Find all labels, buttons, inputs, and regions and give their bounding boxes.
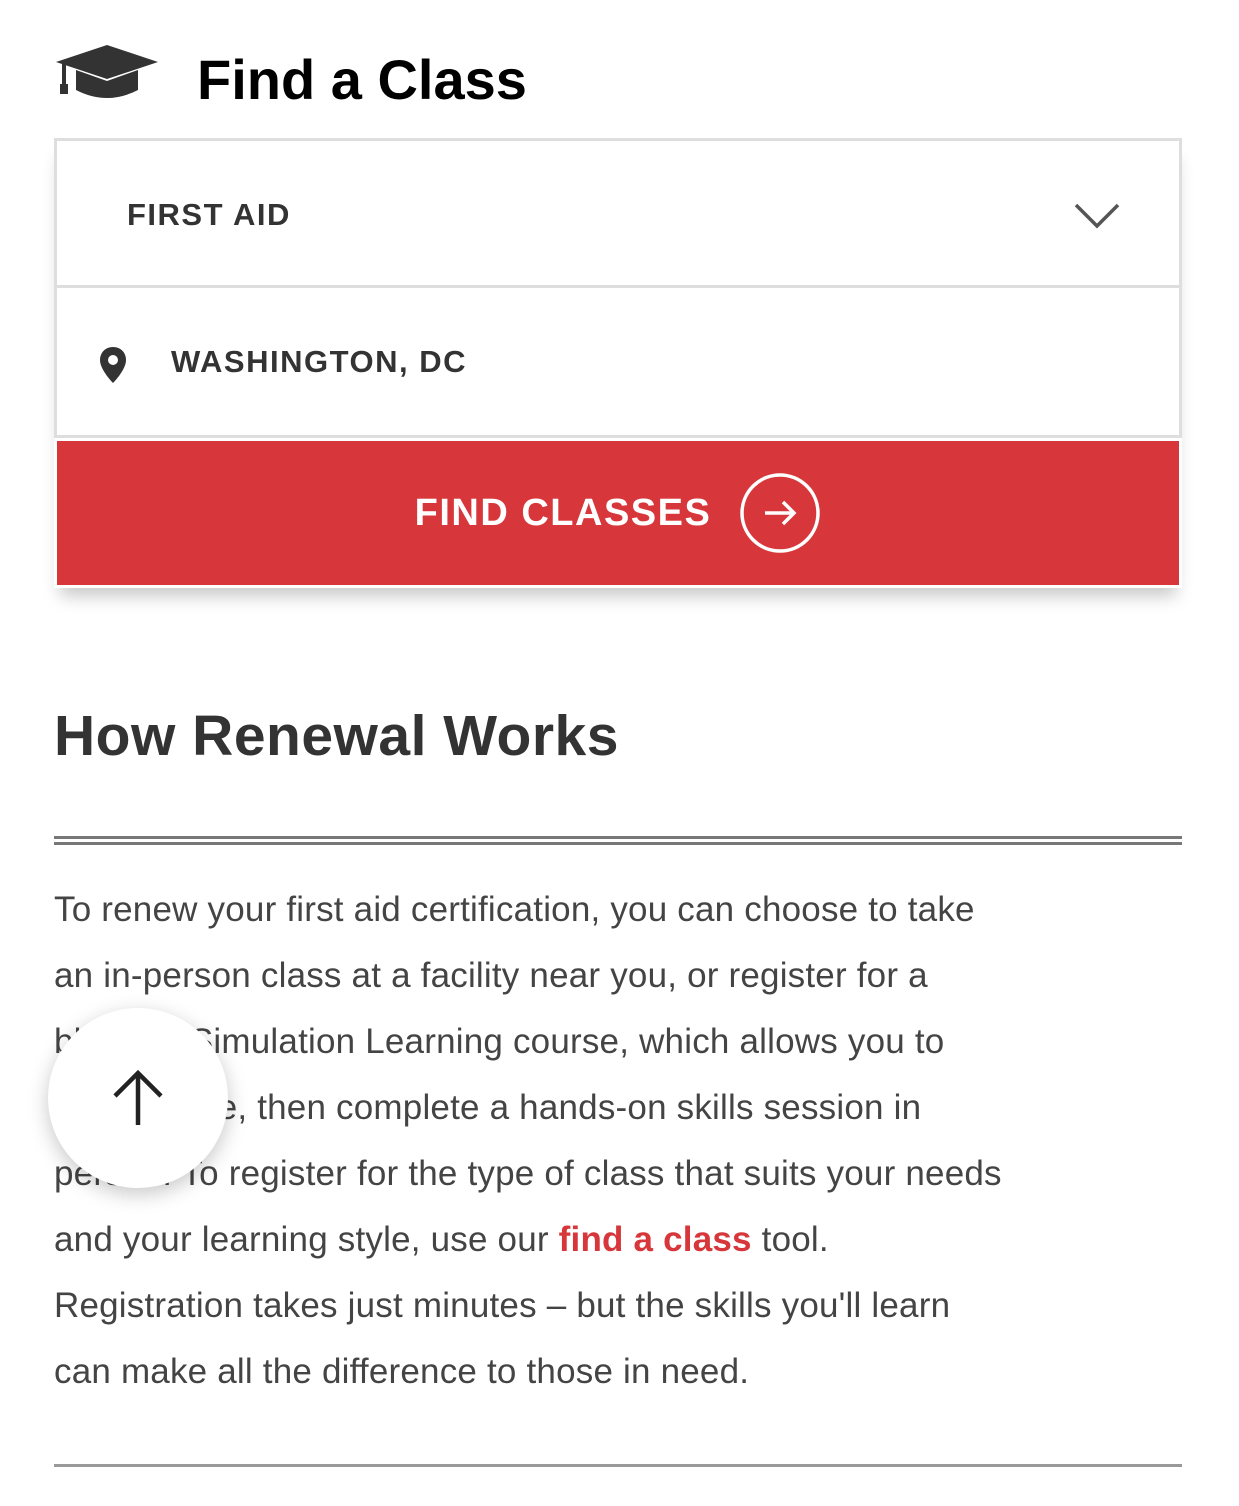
divider xyxy=(54,836,1182,839)
find-classes-button[interactable]: FIND CLASSES xyxy=(57,441,1179,585)
page-title: Find a Class xyxy=(197,48,527,111)
find-classes-label: FIND CLASSES xyxy=(414,491,712,534)
paragraph-line: To renew your first aid certification, y… xyxy=(54,890,975,929)
paragraph-line: can make all the difference to those in … xyxy=(54,1352,750,1391)
find-a-class-link[interactable]: find a class xyxy=(559,1220,752,1259)
find-class-form: FIRST AID WASHINGTON, DC FIND CLASSES xyxy=(54,138,1182,588)
location-value: WASHINGTON, DC xyxy=(171,344,467,379)
paragraph-text: tool. xyxy=(751,1220,829,1259)
section-heading: How Renewal Works xyxy=(54,704,619,768)
arrow-up-icon xyxy=(113,1069,163,1125)
location-input[interactable]: WASHINGTON, DC xyxy=(54,288,1182,438)
chevron-down-icon xyxy=(1074,203,1120,229)
paragraph-text: and your learning style, use our xyxy=(54,1220,559,1259)
divider xyxy=(54,842,1182,845)
back-to-top-button[interactable] xyxy=(48,1008,228,1188)
paragraph-line: an in-person class at a facility near yo… xyxy=(54,956,928,995)
course-select-value: FIRST AID xyxy=(127,197,291,232)
paragraph-line: and your learning style, use our find a … xyxy=(54,1207,1194,1273)
paragraph-line: Registration takes just minutes – but th… xyxy=(54,1286,951,1325)
renewal-description: To renew your first aid certification, y… xyxy=(54,877,1194,1405)
paragraph-line: person. To register for the type of clas… xyxy=(54,1154,1002,1193)
map-pin-icon xyxy=(100,347,126,383)
paragraph-line: blended Simulation Learning course, whic… xyxy=(54,1022,945,1061)
course-select[interactable]: FIRST AID xyxy=(54,138,1182,288)
divider xyxy=(54,1464,1182,1467)
arrow-right-circle-icon xyxy=(740,473,821,553)
graduation-cap-icon xyxy=(54,42,160,106)
